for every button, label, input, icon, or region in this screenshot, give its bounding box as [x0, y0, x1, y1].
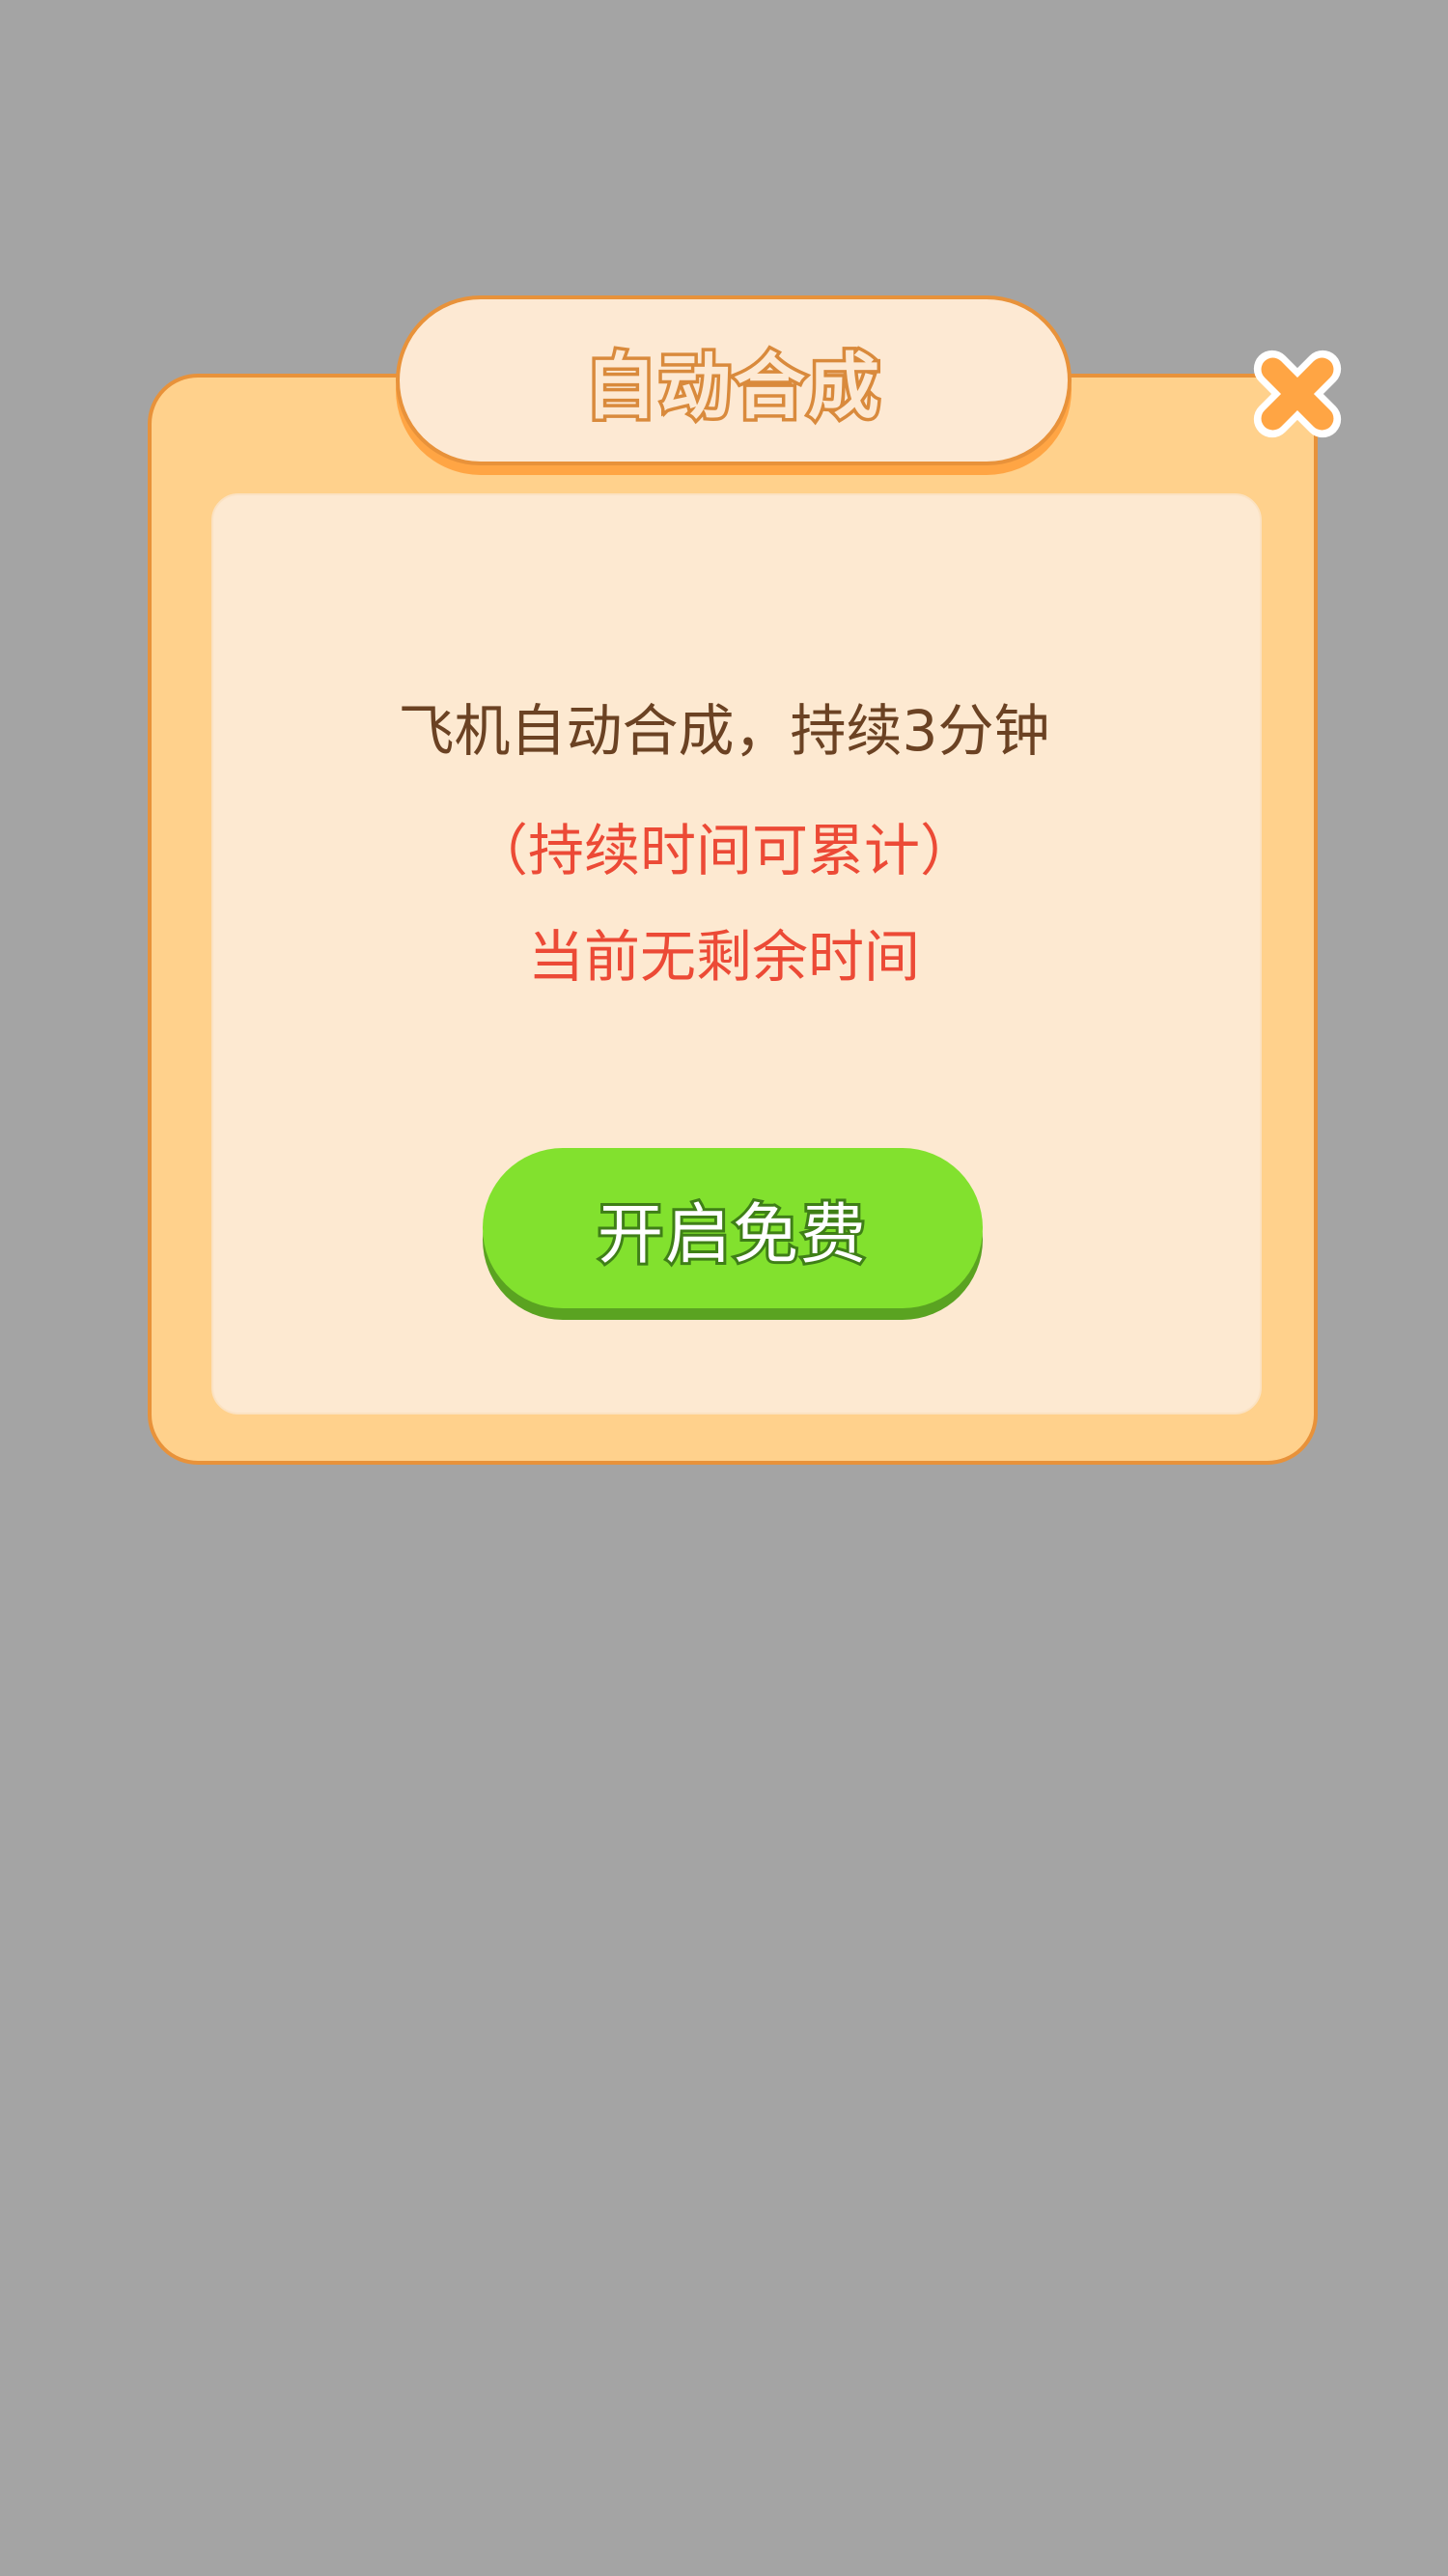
start-free-button-label: 开启免费	[595, 1194, 869, 1276]
remaining-time-status: 当前无剩余时间	[527, 924, 920, 990]
start-free-button[interactable]: 开启免费	[483, 1148, 983, 1308]
dialog-title-banner: 自动合成	[396, 295, 1072, 465]
close-icon	[1253, 350, 1342, 438]
dialog-title: 自动合成	[582, 342, 883, 432]
auto-merge-description: 飞机自动合成，持续3分钟	[398, 698, 1050, 764]
close-button[interactable]	[1239, 336, 1355, 452]
accumulate-note: （持续时间可累计）	[471, 818, 976, 883]
